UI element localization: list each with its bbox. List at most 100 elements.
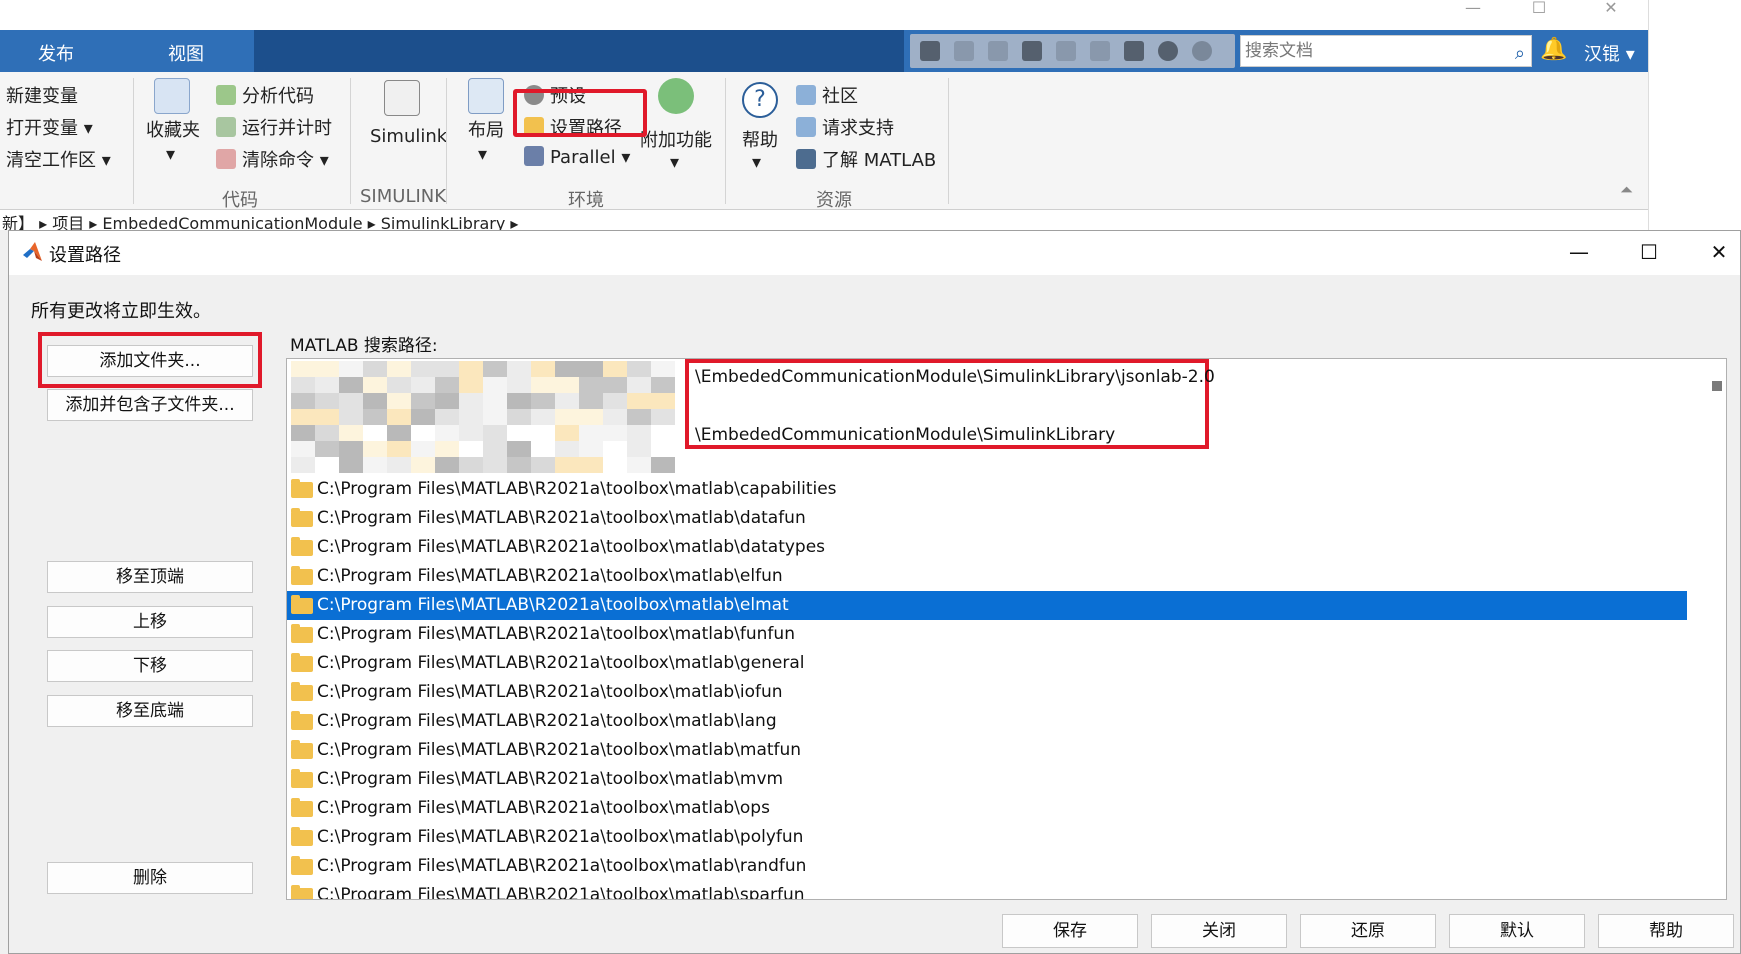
path-text: C:\Program Files\MATLAB\R2021a\toolbox\m… [317, 508, 806, 528]
path-row[interactable]: C:\Program Files\MATLAB\R2021a\toolbox\m… [287, 852, 1687, 881]
path-text: C:\Program Files\MATLAB\R2021a\toolbox\m… [317, 798, 770, 818]
layout-button[interactable]: 布局 [468, 116, 504, 142]
simulink-icon[interactable] [384, 80, 420, 116]
tab-view[interactable]: 视图 [168, 40, 204, 66]
path-row[interactable]: C:\Program Files\MATLAB\R2021a\toolbox\m… [287, 591, 1687, 620]
minimize-icon[interactable]: — [1450, 0, 1496, 22]
redacted-pixel [411, 441, 435, 457]
path-row[interactable]: C:\Program Files\MATLAB\R2021a\toolbox\m… [287, 533, 1687, 562]
chevron-down-icon[interactable]: ▾ [166, 144, 175, 165]
addons-icon[interactable] [658, 78, 694, 114]
layout-icon[interactable] [468, 78, 504, 114]
search-icon[interactable]: ⌕ [1515, 39, 1525, 69]
close-button[interactable]: 关闭 [1151, 914, 1287, 948]
address-bar[interactable]: 新】 ▸ 项目 ▸ EmbededCommunicationModule ▸ S… [0, 210, 1648, 230]
learn-matlab-button[interactable]: 了解 MATLAB [796, 146, 936, 172]
path-row[interactable]: C:\Program Files\MATLAB\R2021a\toolbox\m… [287, 475, 1687, 504]
move-to-top-button[interactable]: 移至顶端 [47, 561, 253, 593]
undo-icon[interactable] [1056, 41, 1076, 61]
close-icon[interactable]: ✕ [1696, 237, 1741, 267]
path-row[interactable]: C:\Program Files\MATLAB\R2021a\toolbox\m… [287, 649, 1687, 678]
cut-icon[interactable] [954, 41, 974, 61]
collapse-ribbon-icon[interactable]: ⏶ [1620, 180, 1633, 200]
save-icon[interactable] [920, 41, 940, 61]
move-to-bottom-button[interactable]: 移至底端 [47, 695, 253, 727]
user-menu[interactable]: 汉锟 ▾ [1584, 40, 1635, 66]
redacted-pixel [435, 409, 459, 425]
save-button[interactable]: 保存 [1002, 914, 1138, 948]
search-placeholder: 搜索文档 [1245, 41, 1313, 61]
close-icon[interactable]: ✕ [1588, 0, 1634, 22]
path-row[interactable]: C:\Program Files\MATLAB\R2021a\toolbox\m… [287, 736, 1687, 765]
community-button[interactable]: 社区 [796, 82, 858, 108]
copy-icon[interactable] [988, 41, 1008, 61]
search-path-list[interactable]: \EmbededCommunicationModule\SimulinkLibr… [286, 358, 1727, 900]
custom-path-item[interactable]: \EmbededCommunicationModule\SimulinkLibr… [695, 367, 1215, 387]
dialog-titlebar: 设置路径 — ☐ ✕ [9, 231, 1740, 275]
path-row[interactable]: C:\Program Files\MATLAB\R2021a\toolbox\m… [287, 620, 1687, 649]
help-icon[interactable]: ? [742, 82, 778, 118]
maximize-icon[interactable]: ☐ [1626, 237, 1672, 267]
path-row[interactable]: C:\Program Files\MATLAB\R2021a\toolbox\m… [287, 881, 1687, 899]
parallel-button[interactable]: Parallel ▾ [524, 146, 630, 168]
path-row[interactable]: C:\Program Files\MATLAB\R2021a\toolbox\m… [287, 562, 1687, 591]
addons-button[interactable]: 附加功能 [640, 126, 712, 152]
remove-button[interactable]: 删除 [47, 862, 253, 894]
paste-icon[interactable] [1022, 41, 1042, 61]
redacted-pixel [627, 457, 651, 473]
favorites-icon[interactable] [154, 78, 190, 114]
path-row[interactable]: C:\Program Files\MATLAB\R2021a\toolbox\m… [287, 504, 1687, 533]
redacted-pixel [483, 377, 507, 393]
redo-icon[interactable] [1090, 41, 1110, 61]
bell-icon[interactable]: 🔔 [1540, 37, 1567, 62]
chevron-down-icon[interactable]: ▾ [478, 144, 487, 165]
redacted-pixel [435, 377, 459, 393]
redacted-pixel [603, 441, 627, 457]
request-support-button[interactable]: 请求支持 [796, 114, 894, 140]
new-variable-button[interactable]: 新建变量 [6, 82, 78, 108]
redacted-pixel [315, 425, 339, 441]
redacted-pixel [339, 441, 363, 457]
favorites-button[interactable]: 收藏夹 [146, 116, 200, 142]
analyze-code-button[interactable]: 分析代码 [216, 82, 314, 108]
revert-button[interactable]: 还原 [1300, 914, 1436, 948]
redacted-pixel [579, 377, 603, 393]
chevron-down-icon[interactable]: ▾ [670, 152, 679, 173]
path-row[interactable]: C:\Program Files\MATLAB\R2021a\toolbox\m… [287, 765, 1687, 794]
switch-windows-icon[interactable] [1124, 41, 1144, 61]
custom-path-item[interactable]: \EmbededCommunicationModule\SimulinkLibr… [695, 425, 1115, 445]
list-scrollbar[interactable] [1707, 359, 1726, 899]
clear-commands-button[interactable]: 清除命令 ▾ [216, 146, 329, 172]
clear-workspace-button[interactable]: 清空工作区 ▾ [6, 146, 111, 172]
add-with-subfolders-button[interactable]: 添加并包含子文件夹... [47, 389, 253, 421]
default-button[interactable]: 默认 [1449, 914, 1585, 948]
move-down-button[interactable]: 下移 [47, 650, 253, 682]
move-up-button[interactable]: 上移 [47, 606, 253, 638]
run-and-time-button[interactable]: 运行并计时 [216, 114, 332, 140]
maximize-icon[interactable]: ☐ [1516, 0, 1562, 22]
path-text: C:\Program Files\MATLAB\R2021a\toolbox\m… [317, 479, 837, 499]
tab-publish[interactable]: 发布 [38, 40, 74, 66]
support-icon [796, 117, 816, 137]
redacted-pixel [363, 409, 387, 425]
path-row[interactable]: C:\Program Files\MATLAB\R2021a\toolbox\m… [287, 823, 1687, 852]
redacted-pixel [627, 393, 651, 409]
open-variable-button[interactable]: 打开变量 ▾ [6, 114, 93, 140]
help-button[interactable]: 帮助 [742, 126, 778, 152]
search-documentation-input[interactable]: 搜索文档 ⌕ [1240, 35, 1532, 67]
redacted-pixel [603, 377, 627, 393]
redacted-pixel [555, 393, 579, 409]
help-icon[interactable] [1158, 41, 1178, 61]
customize-icon[interactable] [1192, 41, 1212, 61]
path-text: C:\Program Files\MATLAB\R2021a\toolbox\m… [317, 769, 784, 789]
path-row[interactable]: C:\Program Files\MATLAB\R2021a\toolbox\m… [287, 678, 1687, 707]
simulink-button[interactable]: Simulink [370, 126, 447, 147]
help-button[interactable]: 帮助 [1598, 914, 1734, 948]
path-row[interactable]: C:\Program Files\MATLAB\R2021a\toolbox\m… [287, 794, 1687, 823]
path-row[interactable]: C:\Program Files\MATLAB\R2021a\toolbox\m… [287, 707, 1687, 736]
redacted-pixel [387, 393, 411, 409]
minimize-icon[interactable]: — [1556, 237, 1602, 267]
scrollbar-thumb[interactable] [1712, 381, 1722, 391]
chevron-down-icon[interactable]: ▾ [752, 152, 761, 173]
redacted-pixel [339, 409, 363, 425]
